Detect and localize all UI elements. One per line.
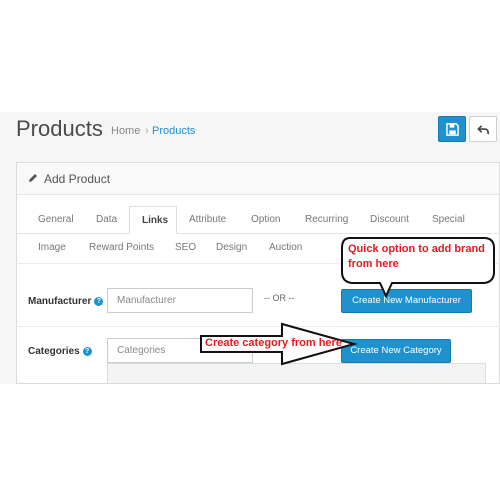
arrow-annotation-text: Create category from here [205,337,342,349]
bubble-annotation-text: Quick option to add brand from here [348,243,485,270]
screenshot-canvas: Products Home › Products Add Product Lin… [0,0,500,500]
